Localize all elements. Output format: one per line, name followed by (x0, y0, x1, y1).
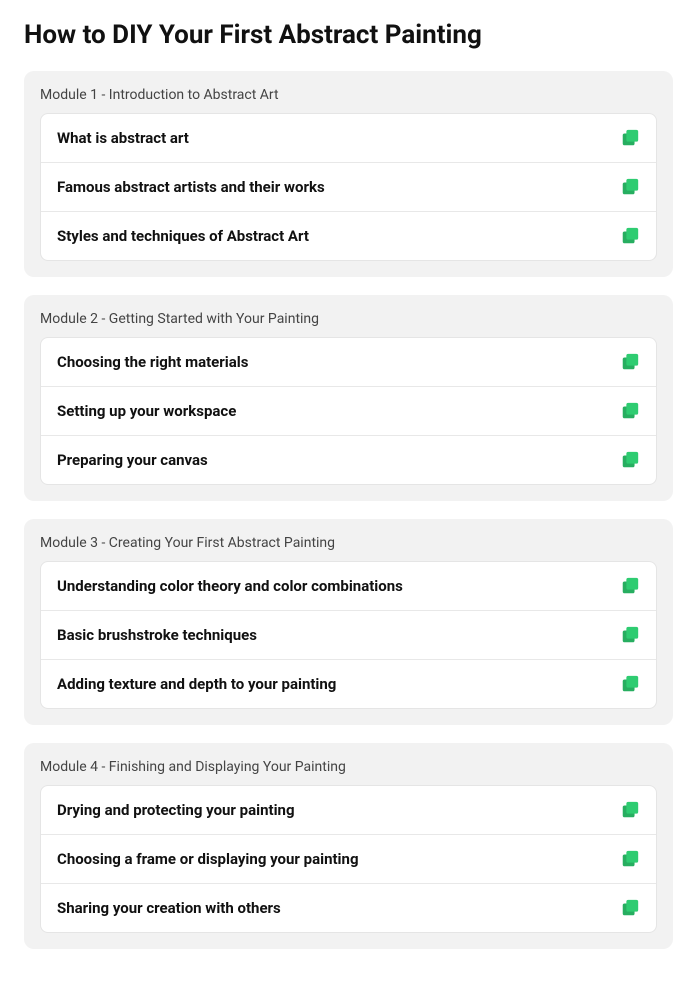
module-title-4: Module 4 - Finishing and Displaying Your… (40, 759, 657, 775)
lesson-item-4-1[interactable]: Drying and protecting your painting (41, 786, 656, 835)
lesson-label-3-1: Understanding color theory and color com… (57, 577, 403, 595)
lessons-list-4: Drying and protecting your painting Choo… (40, 785, 657, 933)
lesson-label-3-3: Adding texture and depth to your paintin… (57, 675, 336, 693)
copy-icon (620, 352, 640, 372)
lessons-list-1: What is abstract art Famous abstract art… (40, 113, 657, 261)
lesson-item-1-3[interactable]: Styles and techniques of Abstract Art (41, 212, 656, 260)
lessons-list-3: Understanding color theory and color com… (40, 561, 657, 709)
lesson-label-1-3: Styles and techniques of Abstract Art (57, 227, 309, 245)
module-title-3: Module 3 - Creating Your First Abstract … (40, 535, 657, 551)
lesson-item-2-1[interactable]: Choosing the right materials (41, 338, 656, 387)
copy-icon (620, 401, 640, 421)
module-title-1: Module 1 - Introduction to Abstract Art (40, 87, 657, 103)
lesson-item-1-2[interactable]: Famous abstract artists and their works (41, 163, 656, 212)
copy-icon (620, 674, 640, 694)
copy-icon (620, 226, 640, 246)
module-section-2: Module 2 - Getting Started with Your Pai… (24, 295, 673, 501)
lesson-label-4-3: Sharing your creation with others (57, 899, 281, 917)
module-section-1: Module 1 - Introduction to Abstract Art W… (24, 71, 673, 277)
module-section-4: Module 4 - Finishing and Displaying Your… (24, 743, 673, 949)
lesson-item-2-2[interactable]: Setting up your workspace (41, 387, 656, 436)
module-title-2: Module 2 - Getting Started with Your Pai… (40, 311, 657, 327)
lesson-label-1-1: What is abstract art (57, 129, 189, 147)
lesson-item-1-1[interactable]: What is abstract art (41, 114, 656, 163)
lesson-label-4-2: Choosing a frame or displaying your pain… (57, 850, 359, 868)
copy-icon (620, 177, 640, 197)
copy-icon (620, 849, 640, 869)
page-title: How to DIY Your First Abstract Painting (24, 20, 673, 51)
copy-icon (620, 898, 640, 918)
lessons-list-2: Choosing the right materials Setting up … (40, 337, 657, 485)
lesson-label-1-2: Famous abstract artists and their works (57, 178, 325, 196)
lesson-item-2-3[interactable]: Preparing your canvas (41, 436, 656, 484)
lesson-item-4-2[interactable]: Choosing a frame or displaying your pain… (41, 835, 656, 884)
copy-icon (620, 576, 640, 596)
modules-container: Module 1 - Introduction to Abstract Art W… (24, 71, 673, 949)
lesson-label-2-1: Choosing the right materials (57, 353, 248, 371)
lesson-item-3-3[interactable]: Adding texture and depth to your paintin… (41, 660, 656, 708)
lesson-item-4-3[interactable]: Sharing your creation with others (41, 884, 656, 932)
copy-icon (620, 800, 640, 820)
lesson-item-3-1[interactable]: Understanding color theory and color com… (41, 562, 656, 611)
lesson-label-2-3: Preparing your canvas (57, 451, 208, 469)
copy-icon (620, 625, 640, 645)
copy-icon (620, 450, 640, 470)
module-section-3: Module 3 - Creating Your First Abstract … (24, 519, 673, 725)
lesson-label-4-1: Drying and protecting your painting (57, 801, 295, 819)
lesson-label-3-2: Basic brushstroke techniques (57, 626, 257, 644)
lesson-item-3-2[interactable]: Basic brushstroke techniques (41, 611, 656, 660)
lesson-label-2-2: Setting up your workspace (57, 402, 236, 420)
copy-icon (620, 128, 640, 148)
